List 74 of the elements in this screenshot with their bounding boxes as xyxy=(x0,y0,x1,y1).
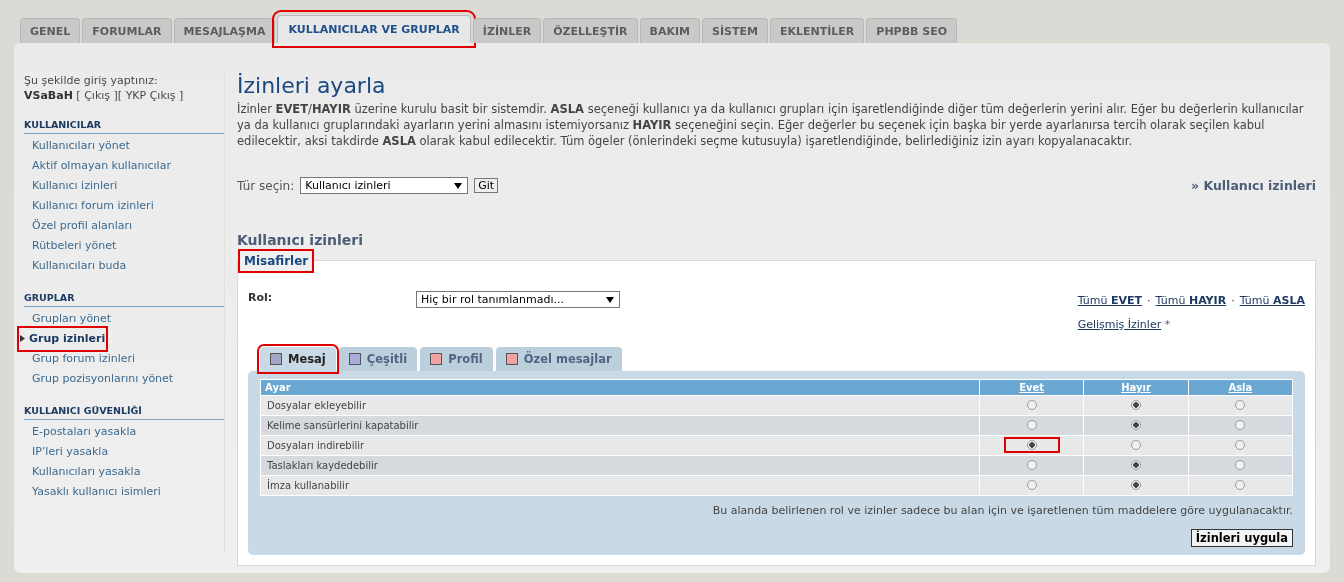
radio-button[interactable] xyxy=(1026,479,1037,490)
radio-button[interactable] xyxy=(1131,439,1141,450)
section-heading: KULLANICI GÜVENLİĞİ xyxy=(24,401,224,420)
nav-tab[interactable]: BAKIM xyxy=(639,18,701,43)
advanced-permissions-link[interactable]: Gelişmiş İzinler xyxy=(1077,318,1162,331)
type-label: Tür seçin: xyxy=(237,178,295,193)
radio-button[interactable] xyxy=(1235,479,1246,490)
radio-button[interactable] xyxy=(1131,479,1141,490)
sidebar-item[interactable]: Rütbeleri yönet xyxy=(24,236,224,256)
radio-button[interactable] xyxy=(1131,399,1141,410)
apply-button[interactable]: İzinleri uygula xyxy=(1190,529,1293,547)
select-all-link[interactable]: Tümü HAYIR xyxy=(1155,294,1227,307)
sidebar-item[interactable]: Kullanıcıları yasakla xyxy=(24,462,224,482)
fieldset-legend: Misafirler xyxy=(238,249,315,273)
table-cell: Kelime sansürlerini kapatabilir xyxy=(260,415,980,436)
go-button[interactable]: Git xyxy=(474,178,499,193)
page-title: İzinleri ayarla xyxy=(237,73,387,98)
category-tab[interactable]: Profil xyxy=(420,347,493,371)
sidebar-item[interactable]: Kullanıcıları buda xyxy=(24,256,224,276)
table-cell: Dosyaları indirebilir xyxy=(260,435,980,456)
asterisk-mark: * xyxy=(1164,318,1171,331)
sidebar-item[interactable]: Grup forum izinleri xyxy=(24,349,224,369)
category-tab[interactable]: Mesaj xyxy=(260,347,336,371)
sidebar-item[interactable]: Yasaklı kullanıcı isimleri xyxy=(24,482,224,502)
table-cell: İmza kullanabilir xyxy=(260,475,980,496)
pointer-icon xyxy=(20,335,25,342)
description-text: İzinler EVET/HAYIR üzerine kurulu basit bir sistemdir. ASLA seçeneği kullanıcı ya da kullanıcı grupları için işaretlendiğinde diğer tüm değerlerin yerini alır. Eğer bu değerlerin kullanıcılar ya da kullanıcı gruplarındaki ayarların yerini almasını istemiyorsanız HAYIR seçeneğini seçin. Eğer değerler bu seçenek için başka bir yerde ayarlanırsa tercih olarak seçilen kabul edilecektir, aksi takdirde ASLA olarak kabul edilecektir. Tüm ögeler (önlerindeki seçme kutusuyla) işaretlendiğinde, belirlediğiniz izin ayarı kopyalanacaktır. xyxy=(237,101,1305,149)
nav-tab[interactable]: GENEL xyxy=(20,18,81,43)
sidebar-item[interactable]: Aktif olmayan kullanıcılar xyxy=(24,156,224,176)
link-separator: · xyxy=(1147,294,1151,307)
radio-button[interactable] xyxy=(1131,419,1141,430)
dropdown-icon xyxy=(606,297,614,303)
sidebar-item[interactable]: Kullanıcıları yönet xyxy=(24,136,224,156)
nav-tab[interactable]: ÖZELLEŞTİR xyxy=(543,18,638,43)
login-info: Şu şekilde giriş yaptınız: VSaBaH [ Çıkış ][ YKP Çıkış ] xyxy=(24,73,185,103)
column-header: Ayar xyxy=(260,379,980,396)
category-tab[interactable]: Özel mesajlar xyxy=(495,347,622,371)
dropdown-icon xyxy=(454,183,463,189)
select-all-link[interactable]: Tümü ASLA xyxy=(1239,294,1305,307)
sidebar-item[interactable]: Kullanıcı forum izinleri xyxy=(24,196,224,216)
sidebar-item[interactable]: Özel profil alanları xyxy=(24,216,224,236)
sidebar-item[interactable]: E-postaları yasakla xyxy=(24,422,224,442)
sidebar-item[interactable]: Grup pozisyonlarını yönet xyxy=(24,369,224,389)
sidebar-item[interactable]: Kullanıcı izinleri xyxy=(24,176,224,196)
radio-button[interactable] xyxy=(1131,459,1141,470)
nav-tab[interactable]: EKLENTİLER xyxy=(769,18,865,43)
radio-button[interactable] xyxy=(1026,459,1037,470)
category-tab[interactable]: Çeşitli xyxy=(338,347,418,371)
section-title: Kullanıcı izinleri xyxy=(237,232,365,248)
radio-button[interactable] xyxy=(1235,399,1246,410)
select-all-link[interactable]: Tümü EVET xyxy=(1077,294,1143,307)
link-separator: · xyxy=(1231,294,1235,307)
table-cell: Taslakları kaydedebilir xyxy=(260,455,980,476)
nav-tab[interactable]: İZİNLER xyxy=(472,18,542,43)
radio-button[interactable] xyxy=(1026,419,1037,430)
nav-tab[interactable]: MESAJLAŞMA xyxy=(173,18,276,43)
nav-tab[interactable]: FORUMLAR xyxy=(82,18,172,43)
section-heading: KULLANICILAR xyxy=(24,115,224,134)
radio-button[interactable] xyxy=(1235,459,1246,470)
sidebar-item[interactable]: Grupları yönet xyxy=(24,309,224,329)
radio-button[interactable] xyxy=(1235,419,1246,430)
sidebar-item[interactable]: Grup izinleri xyxy=(20,329,106,349)
radio-button[interactable] xyxy=(1235,439,1246,450)
sidebar-item[interactable]: IP’leri yasakla xyxy=(24,442,224,462)
radio-button[interactable] xyxy=(1026,399,1037,410)
type-select[interactable]: Kullanıcı izinleri xyxy=(300,177,469,194)
role-label: Rol: xyxy=(248,291,274,304)
section-heading: GRUPLAR xyxy=(24,288,224,307)
nav-tab[interactable]: PHPBB SEO xyxy=(866,18,958,43)
nav-tab[interactable]: SİSTEM xyxy=(702,18,768,43)
radio-button[interactable] xyxy=(1026,439,1037,450)
note-text: Bu alanda belirlenen rol ve izinler sadece bu alan için ve işaretlenen tüm maddelere göre uygulanacaktır. xyxy=(711,504,1293,517)
table-cell: Dosyalar ekleyebilir xyxy=(260,395,980,416)
role-select[interactable]: Hiç bir rol tanımlanmadı... xyxy=(416,291,620,308)
